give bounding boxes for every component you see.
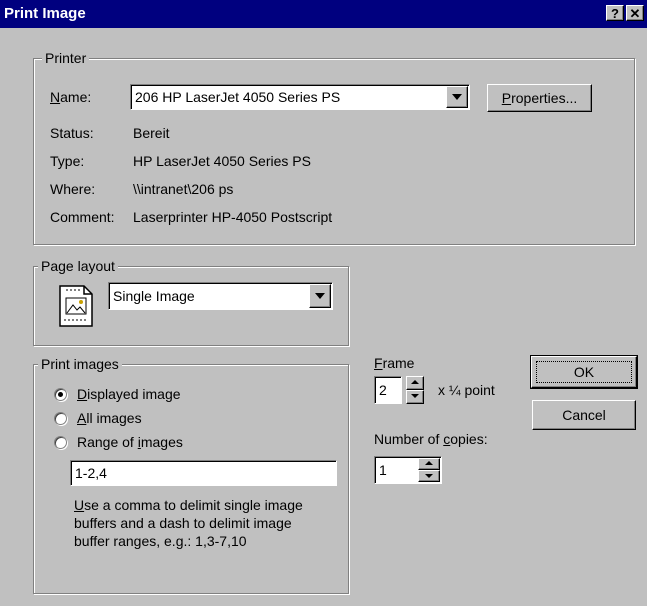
type-label: Type: bbox=[50, 153, 85, 169]
chevron-down-icon bbox=[315, 293, 325, 299]
arrow-down-icon bbox=[425, 474, 433, 478]
close-icon: ✕ bbox=[629, 6, 641, 21]
range-hint-line-1: Use a comma to delimit single image bbox=[74, 497, 303, 513]
chevron-down-icon bbox=[452, 94, 462, 100]
type-value: HP LaserJet 4050 Series PS bbox=[133, 153, 311, 169]
comment-label: Comment: bbox=[50, 209, 115, 225]
close-button[interactable]: ✕ bbox=[626, 5, 644, 21]
range-value: 1-2,4 bbox=[75, 465, 107, 481]
arrow-down-icon bbox=[411, 394, 419, 398]
page-layout-dropdown[interactable]: Single Image bbox=[108, 282, 333, 310]
focus-rectangle bbox=[536, 361, 632, 383]
arrow-up-icon bbox=[425, 461, 433, 465]
single-image-layout-icon bbox=[58, 284, 94, 328]
print-images-legend: Print images bbox=[38, 356, 122, 372]
radio-all-images[interactable] bbox=[54, 412, 67, 425]
window-title: Print Image bbox=[4, 5, 86, 22]
title-bar[interactable]: Print Image ? ✕ bbox=[0, 0, 647, 28]
range-input[interactable]: 1-2,4 bbox=[70, 460, 337, 486]
status-label: Status: bbox=[50, 125, 94, 141]
printer-name-value: 206 HP LaserJet 4050 Series PS bbox=[135, 89, 341, 105]
arrow-up-icon bbox=[411, 380, 419, 384]
where-label: Where: bbox=[50, 181, 96, 197]
status-value: Bereit bbox=[133, 125, 170, 141]
range-hint-line-3: buffer ranges, e.g.: 1,3-7,10 bbox=[74, 533, 247, 549]
printer-name-dropdown[interactable]: 206 HP LaserJet 4050 Series PS bbox=[130, 84, 470, 110]
frame-spin-down[interactable] bbox=[406, 390, 424, 404]
help-button[interactable]: ? bbox=[606, 5, 624, 21]
cancel-button-label: Cancel bbox=[562, 407, 606, 423]
printer-name-label: Name: bbox=[50, 89, 92, 105]
comment-value: Laserprinter HP-4050 Postscript bbox=[133, 209, 333, 225]
all-images-label[interactable]: All images bbox=[77, 409, 142, 427]
properties-button[interactable]: Properties... bbox=[487, 84, 592, 112]
copies-spinner[interactable] bbox=[418, 458, 440, 482]
printer-group-legend: Printer bbox=[42, 50, 90, 66]
range-hint-line-2: buffers and a dash to delimit image bbox=[74, 515, 292, 531]
copies-value: 1 bbox=[379, 462, 387, 478]
page-layout-value: Single Image bbox=[113, 288, 195, 304]
cancel-button[interactable]: Cancel bbox=[532, 400, 636, 430]
frame-label: Frame bbox=[374, 355, 415, 371]
displayed-image-label[interactable]: Displayed image bbox=[77, 385, 181, 403]
frame-input[interactable]: 2 bbox=[374, 376, 402, 404]
where-value: \\intranet\206 ps bbox=[133, 181, 234, 197]
radio-range-of-images[interactable] bbox=[54, 436, 67, 449]
range-of-images-label[interactable]: Range of images bbox=[77, 433, 183, 451]
copies-spin-up[interactable] bbox=[418, 458, 440, 470]
ok-button[interactable]: OK bbox=[531, 356, 637, 388]
copies-spin-down[interactable] bbox=[418, 470, 440, 482]
page-layout-legend: Page layout bbox=[38, 258, 118, 274]
copies-label: Number of copies: bbox=[374, 431, 488, 447]
frame-spinner[interactable] bbox=[406, 376, 424, 404]
ok-button-default-frame[interactable]: OK bbox=[530, 355, 638, 389]
radio-displayed-image[interactable] bbox=[54, 388, 67, 401]
frame-spin-up[interactable] bbox=[406, 376, 424, 390]
help-icon: ? bbox=[611, 6, 619, 21]
frame-value: 2 bbox=[379, 382, 387, 398]
radio-selected-dot bbox=[58, 392, 63, 397]
page-layout-dropdown-button[interactable] bbox=[309, 284, 331, 308]
copies-input[interactable]: 1 bbox=[374, 456, 442, 484]
printer-dropdown-button[interactable] bbox=[446, 86, 468, 108]
frame-unit: x ¼ point bbox=[438, 382, 495, 398]
